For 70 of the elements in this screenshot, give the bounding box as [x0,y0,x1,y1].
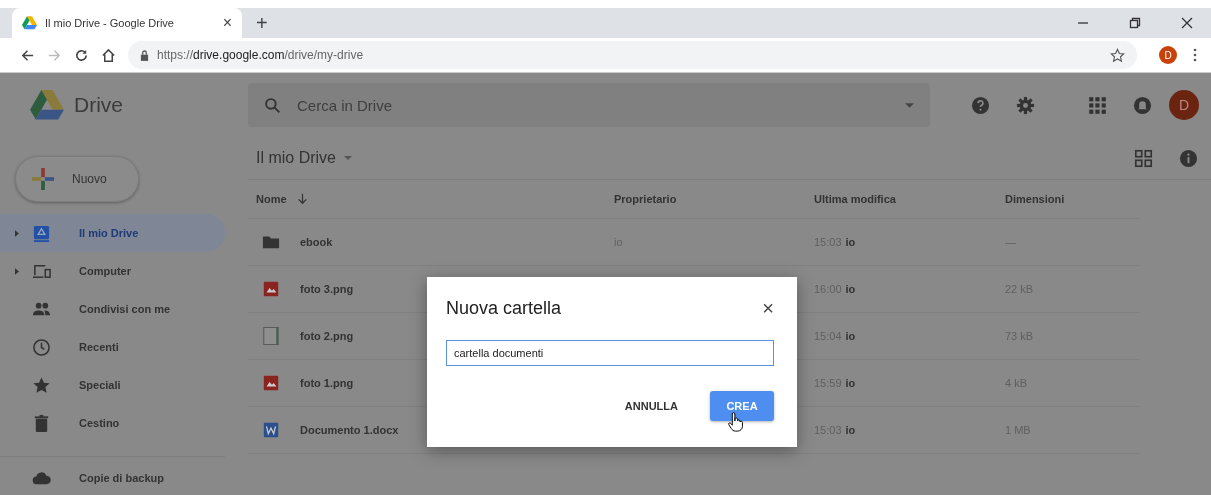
drive-logo-icon [30,89,64,121]
arrow-down-icon[interactable] [296,193,308,205]
tab-title: Il mio Drive - Google Drive [45,17,175,29]
close-button[interactable]: × [762,296,774,320]
file-name[interactable]: foto 2.png [300,330,354,342]
breadcrumb-dropdown[interactable]: Il mio Drive [248,149,360,167]
search-icon [264,96,281,114]
image-file-icon [262,374,280,392]
grid-view-icon[interactable] [1134,148,1153,168]
dialog-title: Nuova cartella [446,297,562,319]
hand-cursor-icon [728,412,743,432]
close-tab-button[interactable]: × [222,14,232,32]
sidebar-item[interactable]: Il mio Drive [0,214,225,252]
column-header[interactable]: Proprietario [614,193,677,205]
file-name[interactable]: foto 3.png [300,283,354,295]
image-file-icon [262,280,280,298]
browser-tab[interactable]: Il mio Drive - Google Drive × [12,8,242,38]
sidebar-item[interactable]: Recenti [0,328,225,366]
modified-by: io [845,377,856,389]
caret-icon [344,156,352,160]
apps-grid-icon[interactable] [1088,95,1107,115]
blank-file-icon [262,327,280,345]
help-icon[interactable] [971,95,990,115]
sidebar-item[interactable]: Cestino [0,404,225,442]
column-header[interactable]: Dimensioni [1005,193,1065,205]
sidebar-item[interactable]: Copie di backup [0,461,225,495]
settings-icon[interactable] [1016,95,1035,115]
plus-icon [32,168,54,190]
lock-icon [140,49,149,61]
account-avatar[interactable]: D [1169,90,1199,120]
modified-by: io [845,283,856,295]
search-field[interactable]: Cerca in Drive [295,95,891,115]
recent-icon [32,337,51,357]
new-tab-button[interactable]: + [256,11,268,35]
file-name[interactable]: Documento 1.docx [300,424,399,436]
star-icon[interactable] [1110,47,1125,63]
trash-icon [32,413,51,433]
size-cell: — [1005,236,1016,248]
file-name[interactable]: ebook [300,236,333,248]
modified-by: io [845,236,856,248]
profile-avatar[interactable]: D [1159,46,1177,64]
close-icon[interactable] [1181,17,1193,29]
reload-icon[interactable] [74,47,89,63]
search-bar[interactable]: Cerca in Drive [248,83,930,127]
menu-icon[interactable] [1193,48,1197,62]
new-button[interactable]: Nuovo [15,156,139,202]
expand-arrow-icon[interactable] [15,267,19,275]
info-icon[interactable] [1179,148,1198,168]
notifications-icon[interactable] [1133,95,1152,115]
caret-icon[interactable] [905,102,914,108]
create-button[interactable]: CREA [710,391,774,421]
sidebar-item[interactable]: Condivisi con me [0,290,225,328]
address-bar[interactable]: https://drive.google.com/drive/my-drive [128,41,1137,69]
starred-icon [32,375,51,395]
modified-by: io [845,424,856,436]
expand-arrow-icon[interactable] [15,229,19,237]
word-file-icon [262,421,280,439]
sidebar-item[interactable]: Computer [0,252,225,290]
restore-icon[interactable] [1129,17,1141,29]
folder-name-field[interactable]: cartella documenti [446,340,774,366]
home-icon[interactable] [101,47,116,63]
modified-by: io [845,330,856,342]
file-name[interactable]: foto 1.png [300,377,354,389]
drive-logo-icon [22,16,37,30]
column-header[interactable]: Ultima modifica [814,193,896,205]
column-header[interactable]: Nome [256,193,287,205]
url-text: https://drive.google.com/drive/my-drive [157,48,364,62]
drive-icon [32,223,51,243]
sidebar-item[interactable]: Speciali [0,366,225,404]
app-name: Drive [74,93,123,117]
